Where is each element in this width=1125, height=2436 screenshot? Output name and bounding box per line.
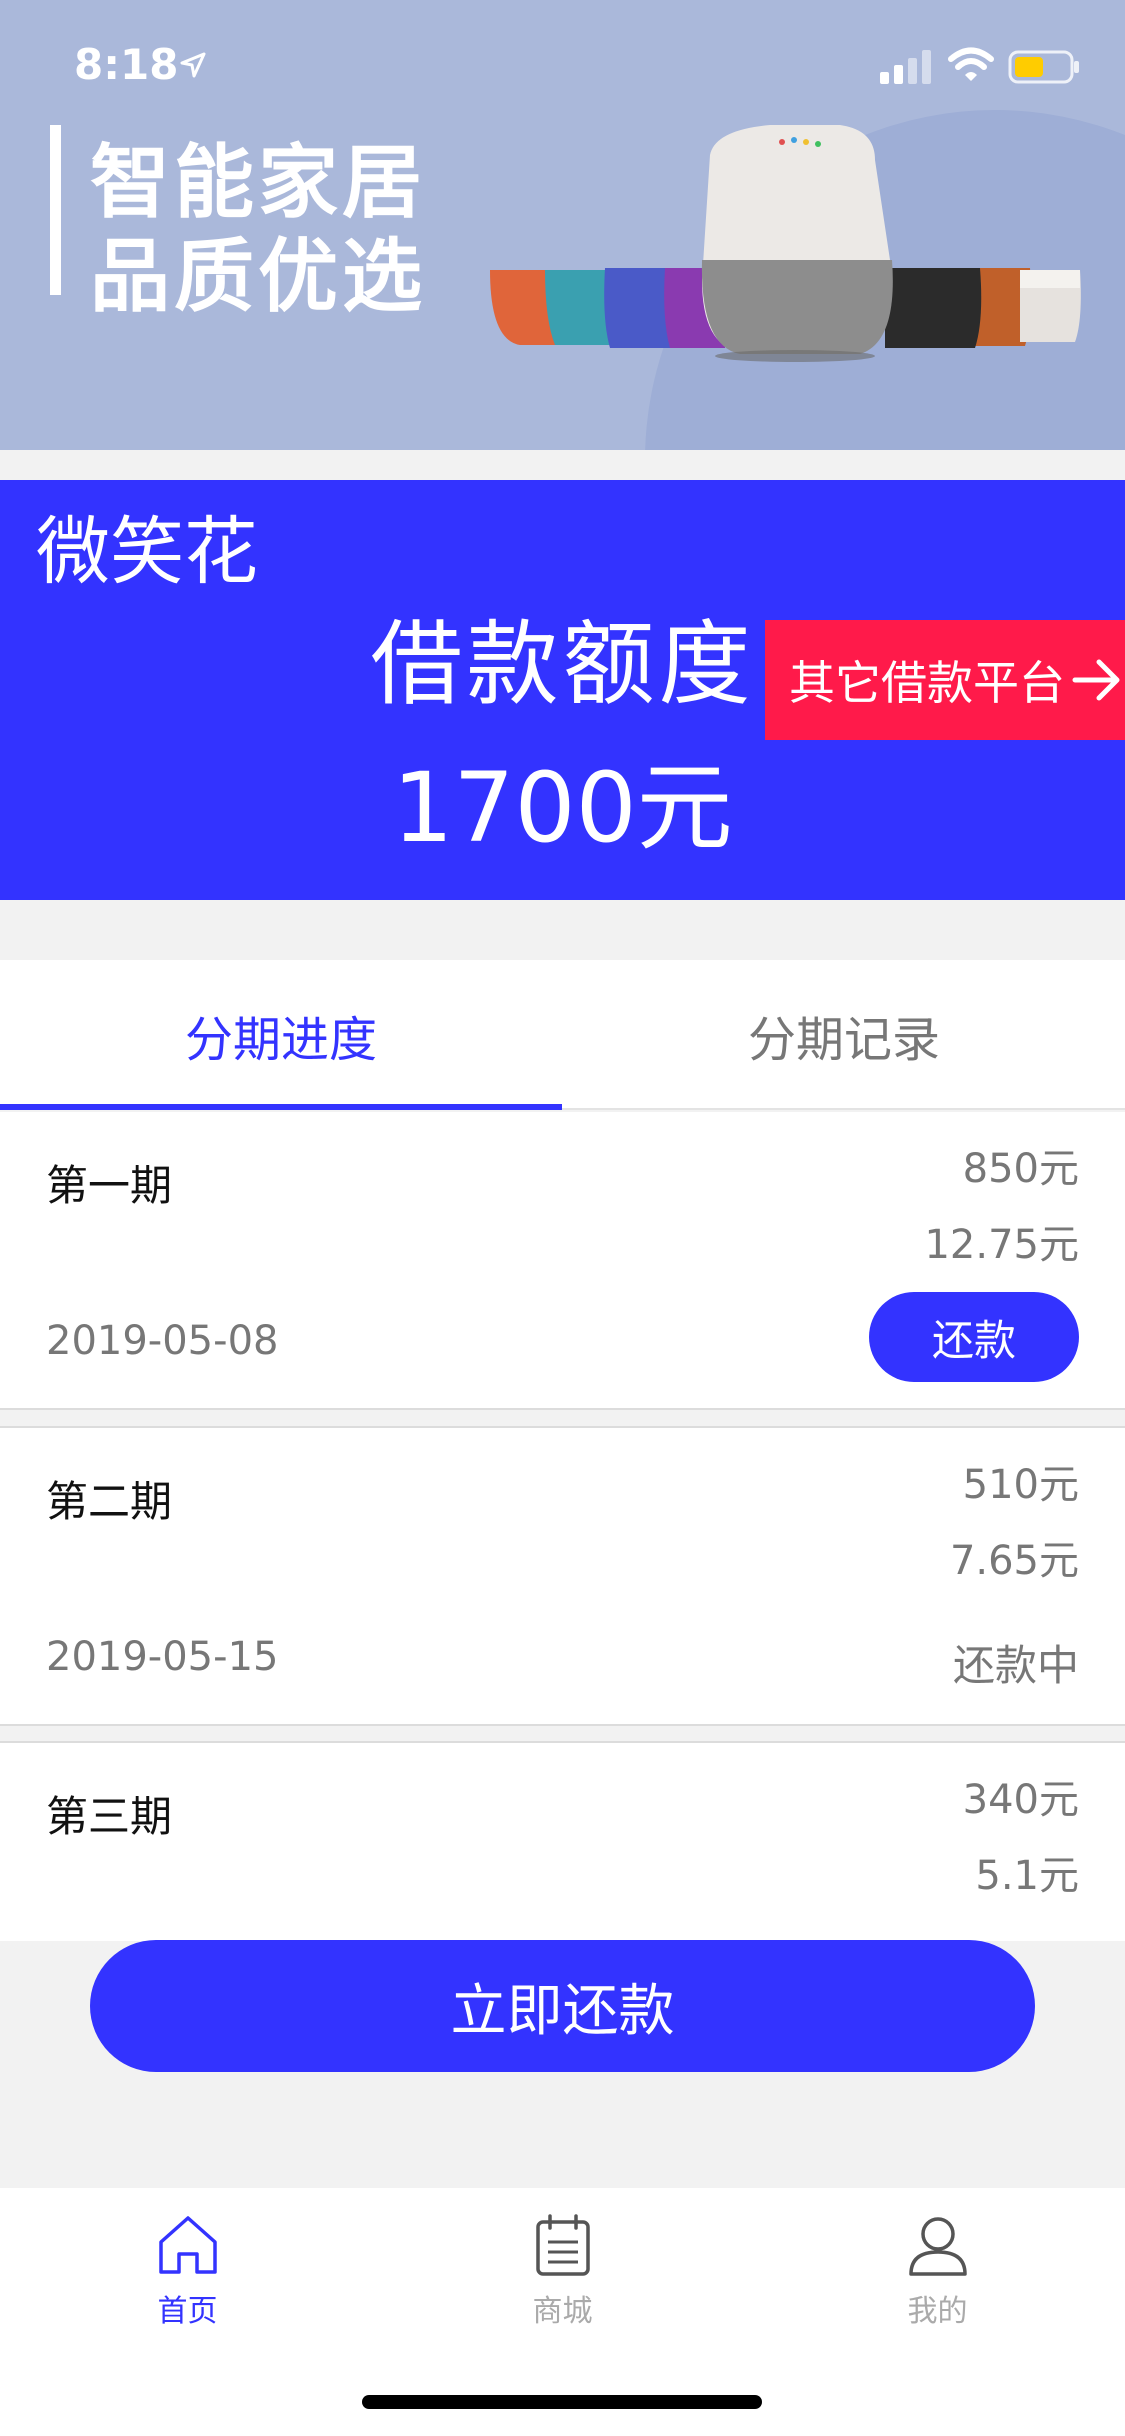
- nav-home-label: 首页: [157, 2294, 218, 2329]
- installment-item: 第二期 510元 7.65元 2019-05-15 还款中: [0, 1426, 1125, 1726]
- battery-icon: [1008, 50, 1079, 84]
- slogan-accent-bar: [50, 125, 61, 295]
- status-time: 8:18: [74, 40, 179, 89]
- installment-status: 还款中: [952, 1641, 1079, 1690]
- installment-item: 第一期 850元 12.75元 2019-05-08 还款: [0, 1112, 1125, 1410]
- app-screen: 8:18 智能家居 品质优选 微笑花 借款额度 1700元 其它借款平台 分期进…: [0, 0, 1125, 2436]
- installment-period: 第二期: [46, 1477, 173, 1526]
- wifi-icon: [948, 47, 994, 81]
- installment-period: 第三期: [46, 1792, 173, 1841]
- installment-date: 2019-05-15: [46, 1634, 279, 1680]
- smart-speaker-image: [490, 125, 1081, 362]
- brand-name: 微笑花: [36, 509, 258, 595]
- home-indicator[interactable]: [362, 2395, 762, 2409]
- installment-date: 2019-05-08: [46, 1318, 279, 1364]
- banner-slogan-line2: 品质优选: [90, 230, 426, 323]
- other-platforms-label: 其它借款平台: [789, 656, 1065, 710]
- other-platforms-button[interactable]: 其它借款平台: [765, 620, 1125, 740]
- nav-mall-label: 商城: [532, 2294, 593, 2329]
- home-icon: [158, 2216, 217, 2274]
- installment-period: 第一期: [46, 1161, 173, 1210]
- installment-item: 第三期 340元 5.1元: [0, 1741, 1125, 1941]
- tab-installment-records[interactable]: 分期记录: [563, 960, 1125, 1110]
- nav-profile[interactable]: 我的: [750, 2212, 1125, 2342]
- installment-principal: 340元: [962, 1777, 1079, 1823]
- installment-interest: 7.65元: [949, 1538, 1079, 1584]
- loan-limit-amount: 1700元: [392, 752, 733, 864]
- cellular-signal-icon: [880, 50, 931, 84]
- loan-limit-card: 微笑花 借款额度 1700元 其它借款平台: [0, 480, 1125, 900]
- installment-principal: 510元: [962, 1462, 1079, 1508]
- promo-banner[interactable]: 8:18 智能家居 品质优选: [0, 0, 1125, 450]
- location-arrow-icon: [180, 52, 206, 78]
- repay-now-button[interactable]: 立即还款: [90, 1940, 1035, 2072]
- user-icon: [908, 2217, 967, 2276]
- repay-button[interactable]: 还款: [869, 1292, 1079, 1382]
- installment-interest: 5.1元: [975, 1853, 1079, 1899]
- status-bar: 8:18: [0, 0, 1125, 130]
- tab-installment-progress[interactable]: 分期进度: [0, 960, 562, 1110]
- nav-profile-label: 我的: [907, 2294, 968, 2329]
- calendar-icon: [535, 2214, 590, 2276]
- installment-tabs: 分期进度 分期记录: [0, 960, 1125, 1110]
- nav-home[interactable]: 首页: [0, 2212, 375, 2342]
- nav-mall[interactable]: 商城: [375, 2212, 750, 2342]
- arrow-right-icon: [1072, 659, 1120, 701]
- installment-interest: 12.75元: [924, 1222, 1079, 1268]
- active-tab-indicator: [0, 1104, 562, 1110]
- installment-principal: 850元: [962, 1146, 1079, 1192]
